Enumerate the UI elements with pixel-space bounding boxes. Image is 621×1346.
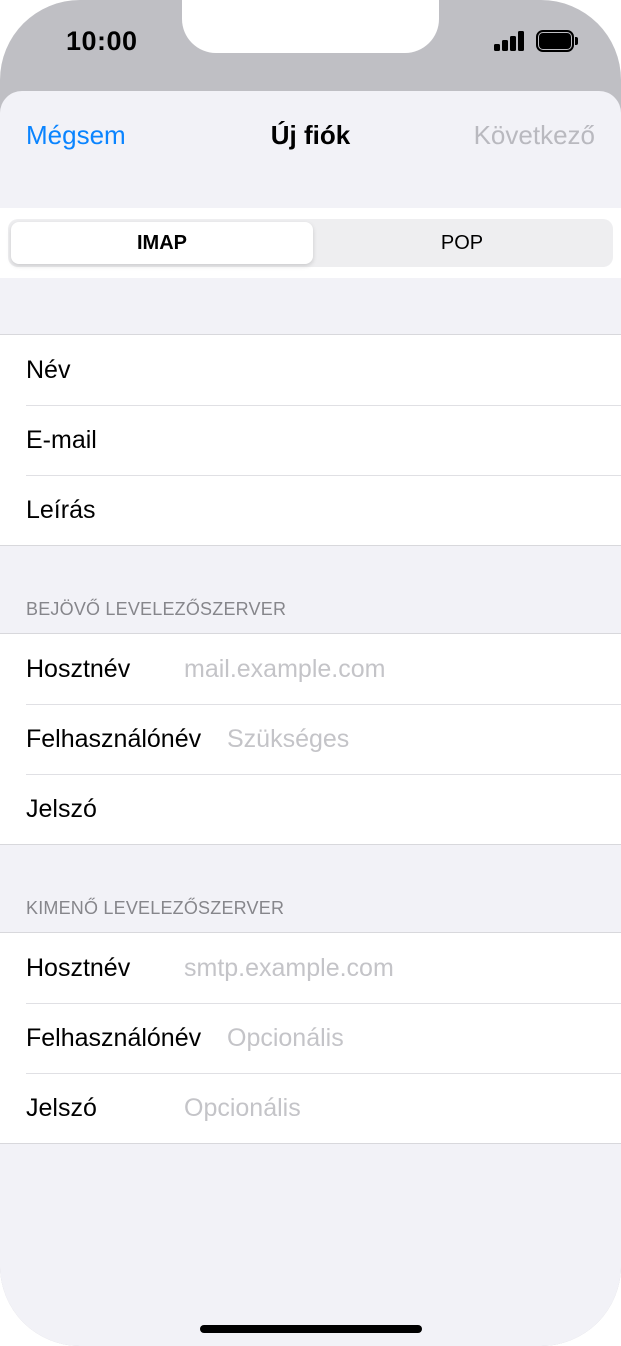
outgoing-user-row: Felhasználónév bbox=[0, 1003, 621, 1073]
incoming-host-input[interactable] bbox=[184, 634, 601, 704]
incoming-server-header: BEJÖVŐ LEVELEZŐSZERVER bbox=[26, 599, 287, 619]
name-label: Név bbox=[26, 356, 71, 384]
outgoing-host-label: Hosztnév bbox=[26, 954, 131, 982]
description-input[interactable] bbox=[120, 475, 601, 545]
name-input[interactable] bbox=[120, 335, 601, 405]
description-label: Leírás bbox=[26, 496, 96, 524]
battery-icon bbox=[536, 30, 578, 52]
incoming-host-row: Hosztnév bbox=[0, 634, 621, 704]
outgoing-user-input[interactable] bbox=[227, 1003, 601, 1073]
outgoing-host-row: Hosztnév bbox=[0, 933, 621, 1003]
nav-bar: Mégsem Új fiók Következő bbox=[0, 91, 621, 208]
protocol-segmented-control: IMAP POP bbox=[8, 219, 613, 267]
outgoing-user-label: Felhasználónév bbox=[26, 1024, 202, 1052]
home-indicator bbox=[200, 1325, 422, 1333]
incoming-password-label: Jelszó bbox=[26, 795, 97, 823]
email-input[interactable] bbox=[120, 405, 601, 475]
incoming-user-row: Felhasználónév bbox=[0, 704, 621, 774]
account-info-group: Név E-mail Leírás bbox=[0, 334, 621, 546]
email-row: E-mail bbox=[0, 405, 621, 475]
segment-pop[interactable]: POP bbox=[311, 219, 613, 267]
email-label: E-mail bbox=[26, 426, 97, 454]
next-button[interactable]: Következő bbox=[474, 120, 595, 151]
notch bbox=[182, 0, 439, 53]
new-account-sheet: Mégsem Új fiók Következő IMAP POP Név E-… bbox=[0, 91, 621, 1346]
cellular-signal-icon bbox=[494, 31, 526, 51]
incoming-password-input[interactable] bbox=[184, 774, 601, 844]
phone-frame: 10:00 Mégsem Új fiók Következő IMAP POP bbox=[0, 0, 621, 1346]
outgoing-password-label: Jelszó bbox=[26, 1094, 97, 1122]
incoming-server-group: Hosztnév Felhasználónév Jelszó bbox=[0, 633, 621, 845]
protocol-segment-container: IMAP POP bbox=[0, 208, 621, 278]
status-bar: 10:00 bbox=[0, 0, 621, 90]
description-row: Leírás bbox=[0, 475, 621, 545]
incoming-password-row: Jelszó bbox=[0, 774, 621, 844]
outgoing-server-group: Hosztnév Felhasználónév Jelszó bbox=[0, 932, 621, 1144]
status-time: 10:00 bbox=[66, 26, 138, 56]
incoming-user-input[interactable] bbox=[227, 704, 601, 774]
outgoing-server-header: KIMENŐ LEVELEZŐSZERVER bbox=[26, 898, 285, 918]
outgoing-password-row: Jelszó bbox=[0, 1073, 621, 1143]
outgoing-host-input[interactable] bbox=[184, 933, 601, 1003]
name-row: Név bbox=[0, 335, 621, 405]
incoming-host-label: Hosztnév bbox=[26, 655, 131, 683]
incoming-user-label: Felhasználónév bbox=[26, 725, 202, 753]
outgoing-password-input[interactable] bbox=[184, 1073, 601, 1143]
segment-imap[interactable]: IMAP bbox=[11, 222, 313, 264]
